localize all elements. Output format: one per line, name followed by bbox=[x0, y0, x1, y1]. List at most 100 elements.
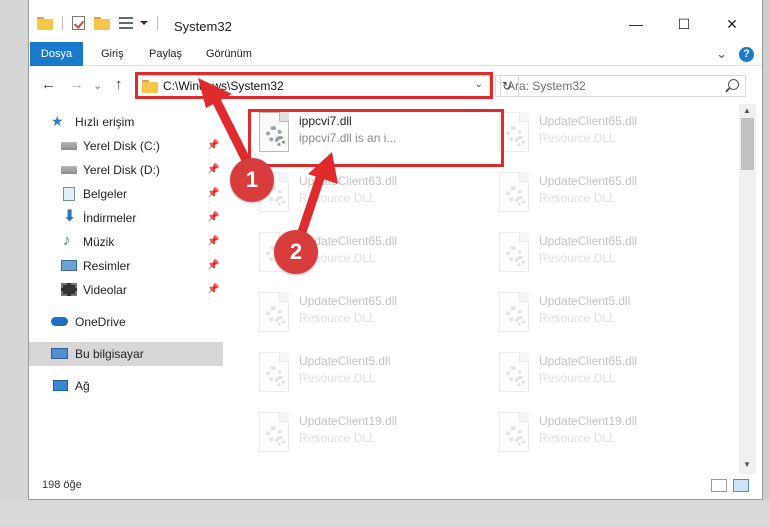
disk-icon bbox=[61, 142, 77, 150]
step-badge-2: 2 bbox=[274, 230, 318, 274]
pin-icon: 📌 bbox=[207, 236, 220, 247]
file-name: UpdateClient19.dll bbox=[539, 414, 638, 428]
file-description: Resource DLL bbox=[299, 431, 376, 445]
dll-file-icon bbox=[257, 352, 291, 394]
close-button[interactable]: ✕ bbox=[709, 12, 755, 36]
sidebar-item-disk-d[interactable]: Yerel Disk (D:) 📌 bbox=[29, 158, 223, 182]
sidebar-item-label: Ağ bbox=[75, 379, 90, 393]
folder-icon bbox=[37, 16, 53, 30]
sidebar-item-this-pc[interactable]: Bu bilgisayar bbox=[29, 342, 223, 366]
new-folder-icon[interactable] bbox=[94, 16, 110, 30]
file-name: UpdateClient65.dll bbox=[539, 174, 638, 188]
sidebar-item-label: Resimler bbox=[83, 259, 131, 273]
sidebar-item-label: Belgeler bbox=[83, 187, 128, 201]
dll-file-icon bbox=[497, 172, 531, 214]
sidebar-item-label: Videolar bbox=[83, 283, 127, 297]
properties-icon[interactable] bbox=[72, 16, 85, 30]
scroll-down-icon[interactable]: ▼ bbox=[743, 460, 751, 469]
forward-button[interactable]: → bbox=[69, 76, 84, 93]
help-icon[interactable]: ? bbox=[739, 46, 754, 62]
recent-locations-button[interactable]: ⌄ bbox=[93, 79, 102, 92]
picture-icon bbox=[61, 260, 77, 271]
dll-file-icon bbox=[257, 412, 291, 454]
search-icon[interactable] bbox=[728, 79, 739, 90]
search-input[interactable] bbox=[507, 79, 717, 93]
file-item[interactable]: UpdateClient65.dll Resource DLL bbox=[249, 288, 479, 346]
download-icon: ⬇ bbox=[63, 208, 77, 225]
toolbar-divider bbox=[62, 16, 63, 30]
file-description: Resource DLL bbox=[539, 371, 616, 385]
file-item[interactable]: UpdateClient19.dll Resource DLL bbox=[489, 408, 719, 462]
sidebar-item-onedrive[interactable]: OneDrive bbox=[29, 310, 223, 334]
pin-icon: 📌 bbox=[207, 260, 220, 271]
file-item[interactable]: UpdateClient5.dll Resource DLL bbox=[489, 288, 719, 346]
item-count: 198 öğe bbox=[42, 479, 82, 491]
ribbon-tabs: Dosya Giriş Paylaş Görünüm ⌄ ? bbox=[29, 42, 762, 66]
toolbar-dropdown-icon[interactable] bbox=[140, 21, 148, 25]
file-description: Resource DLL bbox=[539, 311, 616, 325]
pin-icon: 📌 bbox=[207, 212, 220, 223]
file-description: Resource DLL bbox=[539, 131, 616, 145]
title-bar: System32 — ☐ ✕ bbox=[29, 0, 762, 40]
file-name: UpdateClient65.dll bbox=[299, 294, 398, 308]
customize-toolbar-icon[interactable] bbox=[119, 16, 135, 30]
dll-file-icon bbox=[497, 412, 531, 454]
sidebar-item-documents[interactable]: Belgeler 📌 bbox=[29, 182, 223, 206]
file-item[interactable]: UpdateClient65.dll Resource DLL bbox=[489, 168, 719, 226]
ribbon-controls: ⌄ ? bbox=[716, 46, 754, 62]
up-button[interactable]: ↑ bbox=[115, 76, 123, 93]
scroll-up-icon[interactable]: ▲ bbox=[743, 106, 751, 115]
back-button[interactable]: ← bbox=[41, 76, 56, 93]
dll-file-icon bbox=[497, 352, 531, 394]
file-name: UpdateClient63.dll bbox=[299, 174, 398, 188]
file-description: Resource DLL bbox=[539, 431, 616, 445]
dll-file-icon bbox=[497, 292, 531, 334]
sidebar-item-quick-access[interactable]: ★ Hızlı erişim bbox=[29, 110, 223, 134]
file-item[interactable]: UpdateClient19.dll Resource DLL bbox=[249, 408, 479, 462]
status-bar: 198 öğe bbox=[29, 474, 762, 498]
sidebar-item-label: İndirmeler bbox=[83, 211, 137, 225]
tab-share[interactable]: Paylaş bbox=[149, 42, 182, 66]
file-item[interactable]: UpdateClient65.dll Resource DLL bbox=[489, 348, 719, 406]
address-highlight-box bbox=[135, 72, 493, 99]
file-item[interactable]: UpdateClient65.dll Resource DLL bbox=[489, 228, 719, 286]
file-description: Resource DLL bbox=[539, 191, 616, 205]
sidebar-item-label: Yerel Disk (D:) bbox=[83, 163, 160, 177]
tab-view[interactable]: Görünüm bbox=[206, 42, 252, 66]
navigation-pane: ★ Hızlı erişim Yerel Disk (C:) 📌 Yerel D… bbox=[29, 104, 223, 462]
file-item[interactable]: UpdateClient63.dll Resource DLL bbox=[249, 168, 479, 226]
dll-file-icon bbox=[497, 232, 531, 274]
vertical-scrollbar[interactable]: ▲ ▼ bbox=[739, 104, 756, 474]
sidebar-item-videos[interactable]: Videolar 📌 bbox=[29, 278, 223, 302]
tab-home[interactable]: Giriş bbox=[101, 42, 124, 66]
desktop-background-right bbox=[763, 0, 769, 527]
file-explorer-window: System32 — ☐ ✕ Dosya Giriş Paylaş Görünü… bbox=[28, 0, 763, 500]
search-box[interactable] bbox=[500, 75, 746, 97]
file-item[interactable]: UpdateClient5.dll Resource DLL bbox=[249, 348, 479, 406]
video-icon bbox=[61, 283, 77, 296]
tab-file[interactable]: Dosya bbox=[30, 42, 83, 66]
computer-icon bbox=[51, 348, 68, 359]
minimize-button[interactable]: — bbox=[613, 12, 659, 36]
maximize-button[interactable]: ☐ bbox=[661, 12, 707, 36]
file-name: UpdateClient5.dll bbox=[539, 294, 631, 308]
sidebar-item-label: Yerel Disk (C:) bbox=[83, 139, 160, 153]
toolbar-divider bbox=[157, 16, 158, 30]
file-item[interactable]: UpdateClient65.dll Resource DLL bbox=[489, 108, 719, 166]
disk-icon bbox=[61, 166, 77, 174]
sidebar-item-disk-c[interactable]: Yerel Disk (C:) 📌 bbox=[29, 134, 223, 158]
scrollbar-thumb[interactable] bbox=[741, 118, 754, 170]
details-view-button[interactable] bbox=[711, 479, 727, 492]
sidebar-item-network[interactable]: Ağ bbox=[29, 374, 223, 398]
navigation-bar: ← → ⌄ ↑ C:\Windows\System32 ⌄ ↻ bbox=[29, 66, 762, 104]
tiles-view-button[interactable] bbox=[733, 479, 749, 492]
sidebar-item-label: Müzik bbox=[83, 235, 115, 249]
sidebar-item-downloads[interactable]: ⬇ İndirmeler 📌 bbox=[29, 206, 223, 230]
expand-ribbon-icon[interactable]: ⌄ bbox=[716, 46, 727, 62]
file-highlight-box bbox=[248, 109, 504, 167]
file-name: UpdateClient65.dll bbox=[539, 114, 638, 128]
sidebar-item-pictures[interactable]: Resimler 📌 bbox=[29, 254, 223, 278]
sidebar-item-music[interactable]: ♪ Müzik 📌 bbox=[29, 230, 223, 254]
file-description: Resource DLL bbox=[299, 191, 376, 205]
step-badge-1: 1 bbox=[230, 158, 274, 202]
